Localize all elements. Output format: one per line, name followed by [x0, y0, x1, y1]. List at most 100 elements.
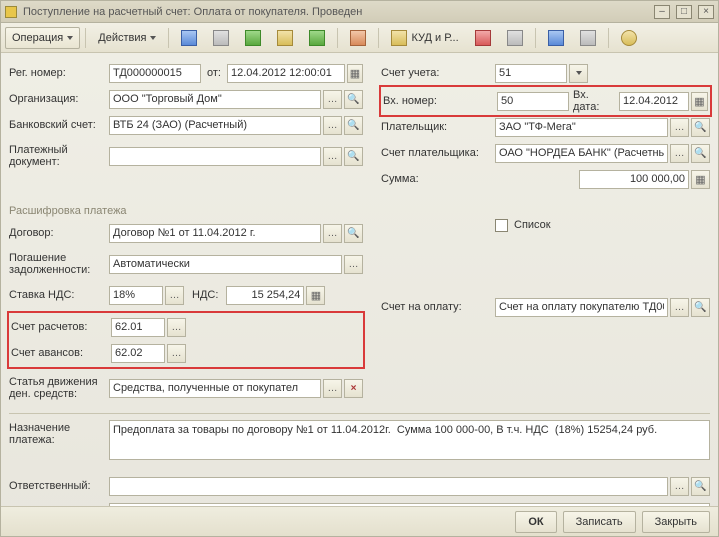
link-icon [350, 30, 366, 46]
select-button[interactable] [323, 116, 342, 135]
close-button[interactable]: Закрыть [642, 511, 710, 533]
reg-date-input[interactable] [227, 64, 345, 83]
select-button[interactable] [323, 147, 342, 166]
toolbar-button[interactable] [238, 27, 268, 49]
calculator-button[interactable] [691, 170, 710, 189]
copy-icon [213, 30, 229, 46]
open-button[interactable] [344, 147, 363, 166]
select-button[interactable] [167, 318, 186, 337]
in-date-label: Вх. дата: [573, 89, 613, 113]
contract-input[interactable] [109, 224, 321, 243]
filter-icon [548, 30, 564, 46]
toolbar-button[interactable] [302, 27, 332, 49]
contract-label: Договор: [9, 227, 109, 239]
select-button[interactable] [323, 379, 342, 398]
toolbar-button[interactable] [500, 27, 530, 49]
help-button[interactable] [614, 27, 644, 49]
pay-doc-label: Платежный документ: [9, 144, 109, 168]
separator [168, 28, 169, 48]
toolbar-button[interactable] [174, 27, 204, 49]
toolbar-button[interactable] [206, 27, 236, 49]
acct-input[interactable] [495, 64, 567, 83]
save-button[interactable]: Записать [563, 511, 636, 533]
select-button[interactable] [323, 90, 342, 109]
org-label: Организация: [9, 93, 109, 105]
select-button[interactable] [670, 144, 689, 163]
actions-dropdown[interactable]: Действия [91, 27, 163, 49]
clear-button[interactable] [344, 379, 363, 398]
list-icon [580, 30, 596, 46]
footer: ОК Записать Закрыть [1, 506, 718, 536]
minimize-button[interactable]: – [654, 5, 670, 19]
purpose-textarea[interactable] [109, 420, 710, 460]
open-button[interactable] [691, 144, 710, 163]
vat-rate-input[interactable] [109, 286, 163, 305]
payer-acct-input[interactable] [495, 144, 668, 163]
close-window-button[interactable]: × [698, 5, 714, 19]
responsible-input[interactable] [109, 477, 668, 496]
accounts-highlight: Счет расчетов: Счет авансов: [7, 311, 365, 369]
open-button[interactable] [691, 118, 710, 137]
open-button[interactable] [344, 224, 363, 243]
select-button[interactable] [165, 286, 184, 305]
select-button[interactable] [670, 477, 689, 496]
form-body: Рег. номер: от: Организация: [1, 53, 718, 506]
cash-flow-input[interactable] [109, 379, 321, 398]
operation-dropdown[interactable]: Операция [5, 27, 80, 49]
post-icon [245, 30, 261, 46]
in-num-input[interactable] [497, 92, 569, 111]
toolbar-button[interactable] [343, 27, 373, 49]
select-button[interactable] [323, 224, 342, 243]
select-button[interactable] [670, 298, 689, 317]
open-button[interactable] [691, 298, 710, 317]
select-button[interactable] [344, 255, 363, 274]
open-button[interactable] [691, 477, 710, 496]
bank-acct-input[interactable] [109, 116, 321, 135]
in-number-row-highlight: Вх. номер: Вх. дата: [379, 85, 712, 117]
dropdown-button[interactable] [569, 64, 588, 83]
window: Поступление на расчетный счет: Оплата от… [0, 0, 719, 537]
reg-number-input[interactable] [109, 64, 201, 83]
separator [378, 28, 379, 48]
kudir-button[interactable]: КУД и Р... [384, 27, 465, 49]
column-left-mid: Расшифровка платежа Договор: Погашение з… [9, 193, 363, 407]
settle-acct-label: Счет расчетов: [11, 321, 111, 333]
table-icon [507, 30, 523, 46]
vat-amount-input[interactable] [226, 286, 304, 305]
responsible-label: Ответственный: [9, 480, 109, 492]
select-button[interactable] [167, 344, 186, 363]
window-title: Поступление на расчетный счет: Оплата от… [23, 6, 654, 18]
org-input[interactable] [109, 90, 321, 109]
ok-button[interactable]: ОК [515, 511, 556, 533]
open-button[interactable] [344, 116, 363, 135]
payer-input[interactable] [495, 118, 668, 137]
payment-details-section: Расшифровка платежа [9, 201, 363, 217]
pay-doc-input[interactable] [109, 147, 321, 166]
advance-acct-input[interactable] [111, 344, 165, 363]
open-button[interactable] [344, 90, 363, 109]
toolbar-button[interactable] [541, 27, 571, 49]
actions-label: Действия [98, 32, 146, 44]
sum-input[interactable] [579, 170, 689, 189]
window-controls: – □ × [654, 5, 714, 19]
calendar-button[interactable] [691, 92, 708, 111]
separator [337, 28, 338, 48]
sum-label: Сумма: [381, 173, 495, 185]
settle-acct-input[interactable] [111, 318, 165, 337]
invoice-input[interactable] [495, 298, 668, 317]
in-date-input[interactable] [619, 92, 689, 111]
toolbar-button[interactable] [468, 27, 498, 49]
calculator-button[interactable] [306, 286, 325, 305]
separator [608, 28, 609, 48]
toolbar-button[interactable] [573, 27, 603, 49]
list-checkbox[interactable] [495, 219, 508, 232]
maximize-button[interactable]: □ [676, 5, 692, 19]
calendar-button[interactable] [347, 64, 363, 83]
in-num-label: Вх. номер: [383, 95, 497, 107]
help-icon [621, 30, 637, 46]
column-right: Счет учета: Вх. номер: Вх. дата: [381, 61, 710, 193]
select-button[interactable] [670, 118, 689, 137]
doc-icon [5, 6, 17, 18]
repay-input[interactable] [109, 255, 342, 274]
toolbar-button[interactable] [270, 27, 300, 49]
